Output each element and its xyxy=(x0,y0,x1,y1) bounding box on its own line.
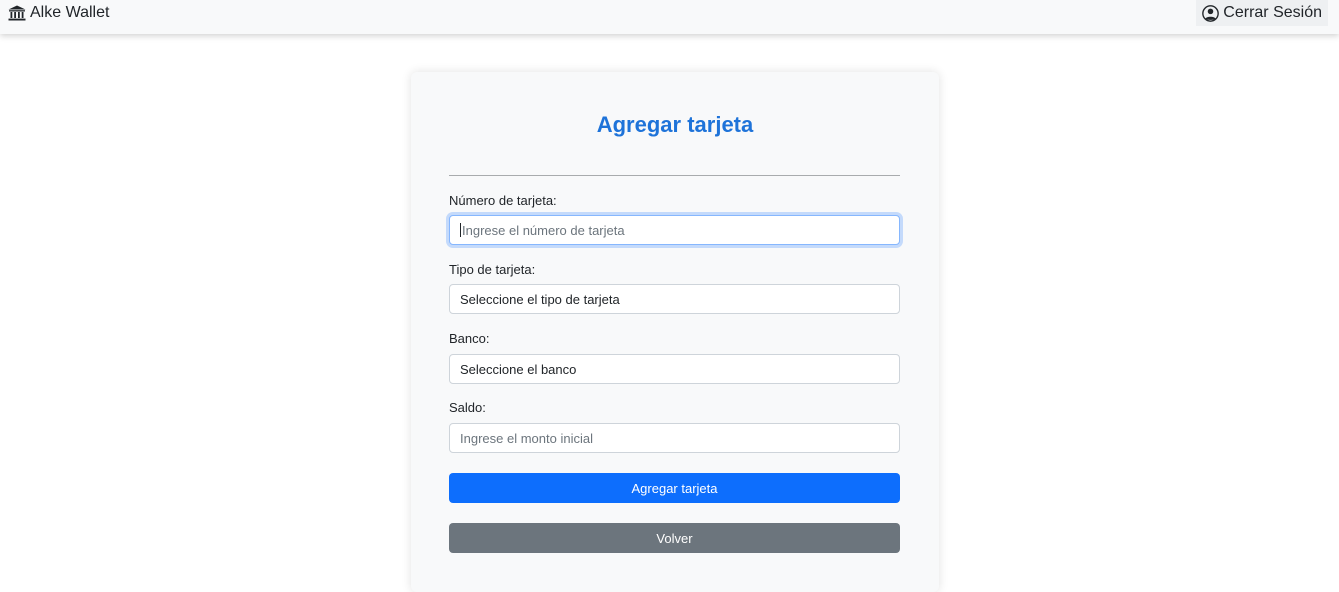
bank-selected: Seleccione el banco xyxy=(460,361,577,377)
card-type-label: Tipo de tarjeta: xyxy=(449,262,536,277)
text-caret xyxy=(460,223,461,237)
user-circle-icon xyxy=(1202,4,1220,22)
brand-label: Alke Wallet xyxy=(30,4,110,21)
form-title: Agregar tarjeta xyxy=(596,112,754,137)
add-card-button[interactable]: Agregar tarjeta xyxy=(449,473,900,503)
card-number-label: Número de tarjeta: xyxy=(449,193,557,208)
card-number-input[interactable]: Ingrese el número de tarjeta xyxy=(449,215,900,245)
card-type-selected: Seleccione el tipo de tarjeta xyxy=(460,291,620,307)
top-navbar: Alke Wallet Cerrar Sesión xyxy=(0,0,1339,34)
logout-label: Cerrar Sesión xyxy=(1223,4,1322,21)
back-button[interactable]: Volver xyxy=(449,523,900,553)
brand-link[interactable]: Alke Wallet xyxy=(8,2,109,24)
card-number-placeholder: Ingrese el número de tarjeta xyxy=(462,222,625,238)
form-divider xyxy=(449,175,900,176)
balance-input[interactable]: Ingrese el monto inicial xyxy=(449,423,900,453)
balance-placeholder: Ingrese el monto inicial xyxy=(460,430,593,446)
bank-icon xyxy=(8,5,26,21)
bank-select[interactable]: Seleccione el banco xyxy=(449,354,900,384)
logout-button[interactable]: Cerrar Sesión xyxy=(1196,0,1328,26)
bank-label: Banco: xyxy=(449,331,490,346)
card-type-select[interactable]: Seleccione el tipo de tarjeta xyxy=(449,284,900,314)
add-card-form: Agregar tarjeta Número de tarjeta: Ingre… xyxy=(411,72,939,592)
balance-label: Saldo: xyxy=(449,400,486,415)
